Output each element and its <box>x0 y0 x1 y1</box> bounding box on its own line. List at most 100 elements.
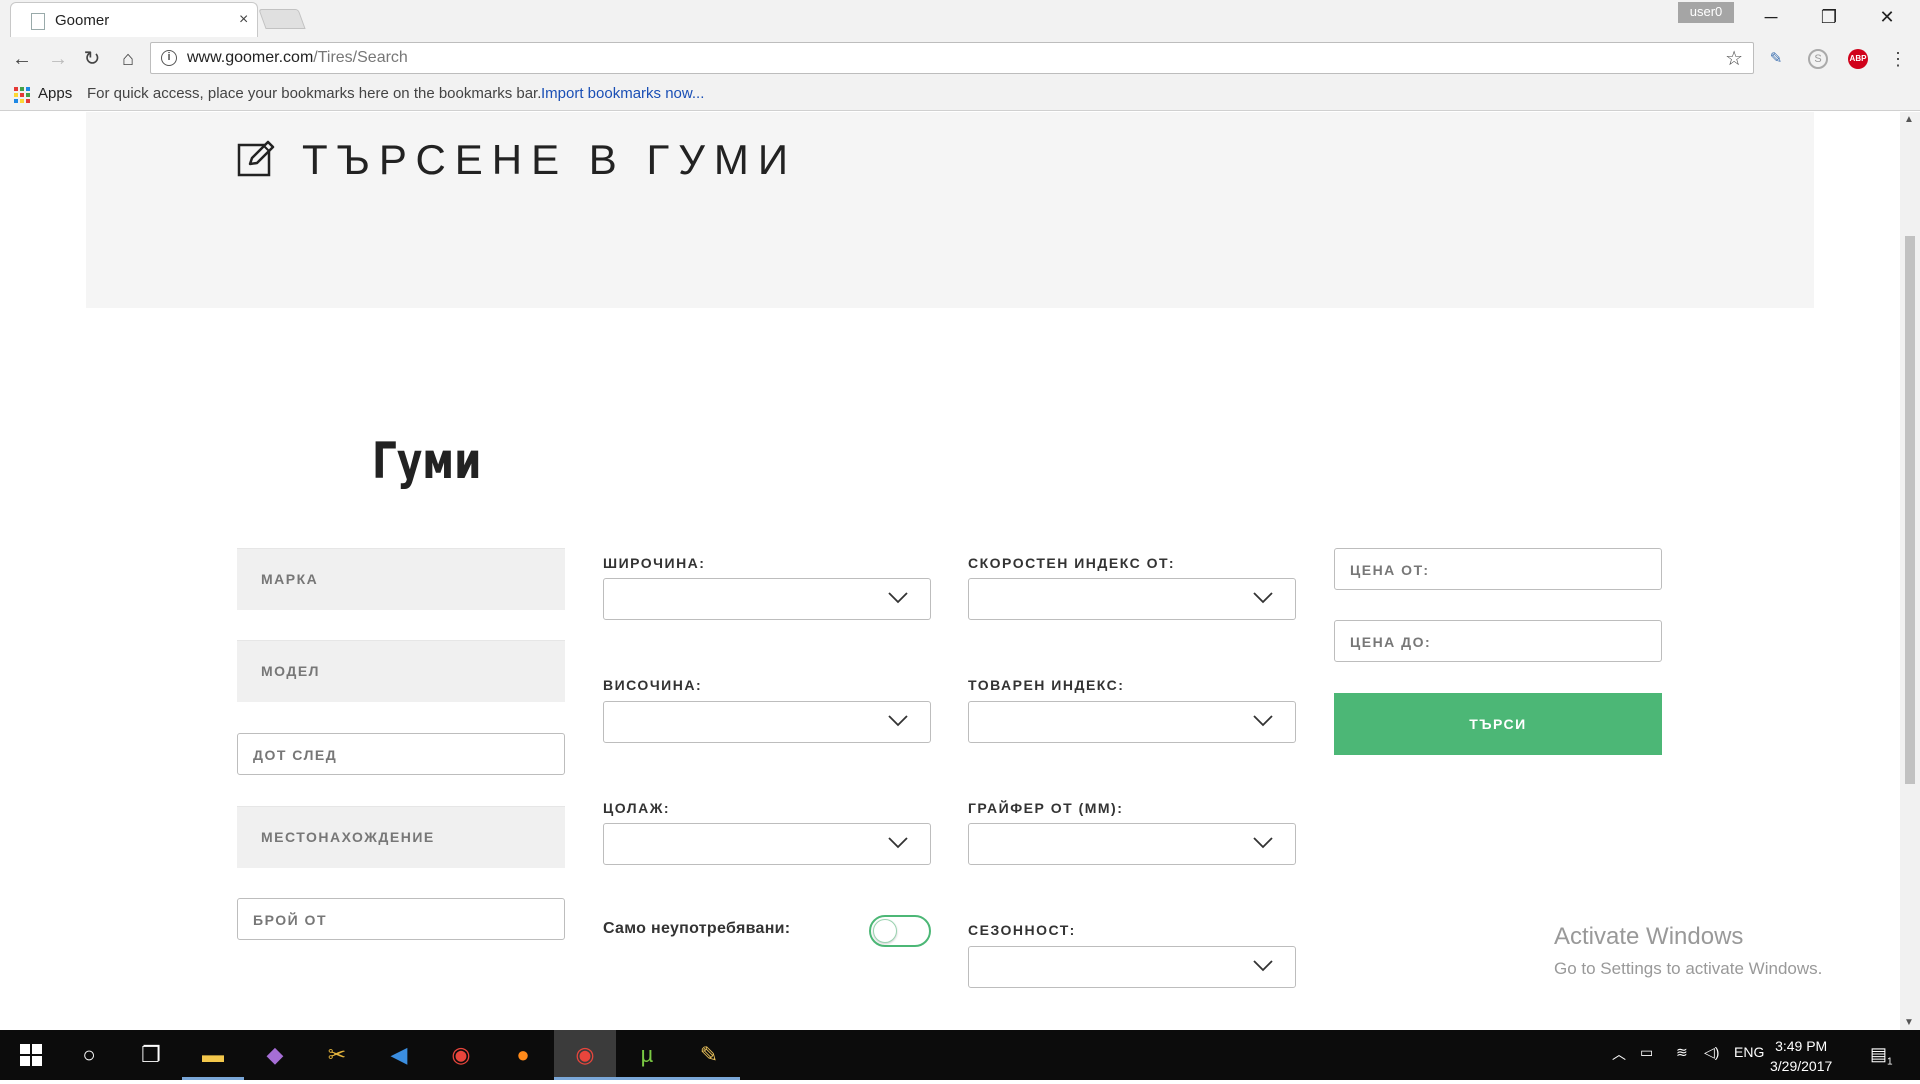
rim-size-label: ЦОЛАЖ: <box>603 800 671 816</box>
chrome-app-icon[interactable]: ◉ <box>430 1030 492 1080</box>
battery-icon[interactable]: ▭ <box>1640 1044 1653 1061</box>
tab-close-icon[interactable]: × <box>239 11 248 29</box>
profile-badge[interactable]: user0 <box>1678 2 1734 23</box>
toggle-knob <box>873 919 897 943</box>
brand-field-label: МАРКА <box>261 571 319 587</box>
watermark-title: Activate Windows <box>1554 923 1744 950</box>
language-indicator[interactable]: ENG <box>1734 1044 1764 1060</box>
chevron-down-icon <box>888 715 908 727</box>
section-title: Гуми <box>372 432 482 490</box>
watermark-subtitle: Go to Settings to activate Windows. <box>1554 959 1823 978</box>
width-select[interactable] <box>603 578 931 620</box>
reload-icon[interactable]: ↻ <box>78 45 106 73</box>
new-tab-button[interactable] <box>258 9 306 29</box>
search-button[interactable]: ТЪРСИ <box>1334 693 1662 755</box>
scroll-up-arrow-icon[interactable]: ▲ <box>1904 114 1914 125</box>
windows-taskbar: ○ ❐ ▬ ◆ ✂ ◀ ◉ ● ◉ µ ✎ ︿ ▭ ≋ ◁) ENG 3:49 … <box>0 1030 1920 1080</box>
clock-date: 3/29/2017 <box>1770 1058 1833 1074</box>
rim-size-select[interactable] <box>603 823 931 865</box>
location-field-label: МЕСТОНАХОЖДЕНИЕ <box>261 829 435 845</box>
notification-count: 1 <box>1887 1056 1893 1068</box>
browser-tab[interactable]: Goomer × <box>10 2 258 37</box>
notifications-icon[interactable]: ▤1 <box>1870 1044 1893 1068</box>
quantity-from-placeholder: БРОЙ ОТ <box>253 912 327 928</box>
minimize-button[interactable]: ─ <box>1742 0 1800 34</box>
page-hero: ТЪРСЕНЕ В ГУМИ <box>86 112 1814 308</box>
windows-logo-icon <box>20 1044 42 1066</box>
location-field[interactable]: МЕСТОНАХОЖДЕНИЕ <box>237 806 565 868</box>
width-label: ШИРОЧИНА: <box>603 555 706 571</box>
chevron-down-icon <box>888 837 908 849</box>
page-favicon-icon <box>31 13 45 30</box>
price-to-input[interactable]: ЦЕНА ДО: <box>1334 620 1662 662</box>
bookmark-star-icon[interactable]: ☆ <box>1725 46 1743 71</box>
tread-depth-select[interactable] <box>968 823 1296 865</box>
taskbar-clock[interactable]: 3:49 PM 3/29/2017 <box>1770 1036 1832 1076</box>
page-viewport: ТЪРСЕНЕ В ГУМИ Гуми МАРКА МОДЕЛ ДОТ СЛЕД… <box>0 112 1900 1030</box>
unused-only-toggle[interactable] <box>869 915 931 947</box>
page-scrollbar[interactable]: ▲ ▼ <box>1900 112 1920 1030</box>
scroll-down-arrow-icon[interactable]: ▼ <box>1904 1017 1914 1028</box>
tools-app-icon[interactable]: ✂ <box>306 1030 368 1080</box>
chrome-active-icon[interactable]: ◉ <box>554 1030 616 1080</box>
restore-button[interactable]: ❐ <box>1800 0 1858 34</box>
edit-pencil-icon <box>237 140 275 177</box>
paint-icon[interactable]: ✎ <box>678 1030 740 1080</box>
firefox-icon[interactable]: ● <box>492 1030 554 1080</box>
address-bar-url[interactable]: www.goomer.com/Tires/Search <box>187 49 408 67</box>
utorrent-icon[interactable]: µ <box>616 1030 678 1080</box>
vs-code-icon[interactable]: ◀ <box>368 1030 430 1080</box>
back-arrow-icon[interactable]: ← <box>8 45 36 73</box>
clock-time: 3:49 PM <box>1775 1038 1828 1054</box>
cortana-search-icon[interactable]: ○ <box>58 1030 120 1080</box>
page-title: ТЪРСЕНЕ В ГУМИ <box>302 136 798 183</box>
wifi-icon[interactable]: ≋ <box>1676 1044 1688 1061</box>
browser-toolbar: ← → ↻ ⌂ i www.goomer.com/Tires/Search ☆ … <box>0 37 1920 79</box>
speed-index-select[interactable] <box>968 578 1296 620</box>
bookmarks-bar: Apps For quick access, place your bookma… <box>0 79 1920 111</box>
adblock-plus-icon[interactable]: ABP <box>1848 49 1868 69</box>
chevron-down-icon <box>888 592 908 604</box>
dot-after-input[interactable]: ДОТ СЛЕД <box>237 733 565 775</box>
tray-chevron-icon[interactable]: ︿ <box>1612 1044 1626 1064</box>
url-host: www.goomer.com <box>187 49 314 66</box>
height-select[interactable] <box>603 701 931 743</box>
skype-extension-icon[interactable]: S <box>1808 49 1828 69</box>
home-icon[interactable]: ⌂ <box>114 45 142 73</box>
file-explorer-icon[interactable]: ▬ <box>182 1030 244 1080</box>
dot-after-placeholder: ДОТ СЛЕД <box>253 747 338 763</box>
activate-windows-watermark: Activate Windows Go to Settings to activ… <box>1554 923 1822 979</box>
chrome-menu-icon[interactable]: ⋮ <box>1888 49 1908 69</box>
quantity-from-input[interactable]: БРОЙ ОТ <box>237 898 565 940</box>
url-path: /Tires/Search <box>313 49 408 66</box>
chevron-down-icon <box>1253 592 1273 604</box>
eyedropper-extension-icon[interactable]: ✎ <box>1766 49 1786 69</box>
season-select[interactable] <box>968 946 1296 988</box>
visual-studio-icon[interactable]: ◆ <box>244 1030 306 1080</box>
unused-only-label: Само неупотребявани: <box>603 920 791 937</box>
import-bookmarks-link[interactable]: Import bookmarks now... <box>541 85 704 102</box>
scrollbar-thumb[interactable] <box>1905 236 1915 784</box>
windows-start-icon[interactable] <box>0 1030 62 1080</box>
tab-title: Goomer <box>55 12 110 29</box>
close-window-button[interactable]: ✕ <box>1858 0 1916 34</box>
height-label: ВИСОЧИНА: <box>603 677 703 693</box>
price-to-placeholder: ЦЕНА ДО: <box>1350 634 1432 650</box>
model-field[interactable]: МОДЕЛ <box>237 640 565 702</box>
volume-icon[interactable]: ◁) <box>1704 1044 1719 1061</box>
chevron-down-icon <box>1253 715 1273 727</box>
season-label: СЕЗОННОСТ: <box>968 922 1076 938</box>
chevron-down-icon <box>1253 960 1273 972</box>
apps-shortcut[interactable]: Apps <box>38 85 72 102</box>
price-from-input[interactable]: ЦЕНА ОТ: <box>1334 548 1662 590</box>
site-info-icon[interactable]: i <box>161 50 177 66</box>
browser-tab-bar: Goomer × user0 ─ ❐ ✕ <box>0 0 1920 37</box>
address-bar[interactable]: i www.goomer.com/Tires/Search ☆ <box>150 42 1754 74</box>
load-index-label: ТОВАРЕН ИНДЕКС: <box>968 677 1125 693</box>
load-index-select[interactable] <box>968 701 1296 743</box>
apps-grid-icon[interactable] <box>14 87 30 103</box>
tread-depth-label: ГРАЙФЕР ОТ (ММ): <box>968 800 1124 816</box>
forward-arrow-icon[interactable]: → <box>44 45 72 73</box>
task-view-icon[interactable]: ❐ <box>120 1030 182 1080</box>
brand-field[interactable]: МАРКА <box>237 548 565 610</box>
